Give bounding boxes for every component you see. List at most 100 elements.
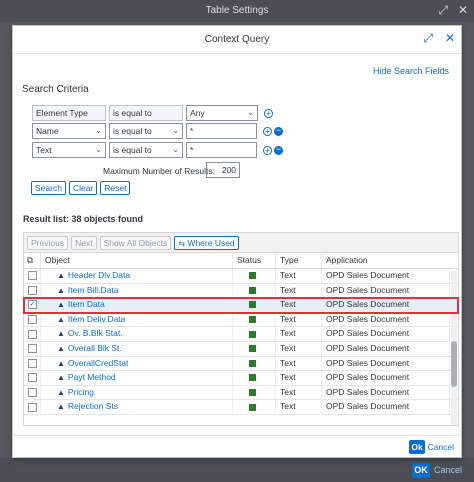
max-results-input[interactable]: 200 (206, 162, 240, 178)
chevron-down-icon[interactable]: ⌄ (172, 143, 179, 157)
criteria-row: Element Type is equal to Any ⌄ + (32, 105, 273, 121)
type-cell: Text (276, 400, 322, 414)
show-all-objects-button[interactable]: Show All Objects (99, 235, 172, 250)
row-checkbox[interactable] (28, 402, 37, 412)
table-row[interactable]: ✓ ▲ Item Data Text OPD Sales Document (23, 297, 459, 314)
row-checkbox[interactable] (28, 388, 37, 397)
row-checkbox-cell[interactable] (24, 283, 41, 298)
table-row[interactable]: ▲ Item Bill.Data Text OPD Sales Document (24, 283, 458, 299)
object-link[interactable]: Overall Blk St. (68, 343, 122, 353)
table-row[interactable]: ▲ Header Dlv.Data Text OPD Sales Document (24, 269, 458, 284)
object-link[interactable]: Item Deliv.Data (68, 314, 125, 324)
type-cell: Text (276, 356, 322, 371)
value-input[interactable]: * (186, 123, 257, 139)
row-checkbox-cell[interactable] (24, 327, 41, 341)
operator-select[interactable]: is equal to ⌄ (109, 123, 183, 139)
table-row[interactable]: ▲ Ov. B.Blk Stat. Text OPD Sales Document (24, 327, 458, 342)
row-checkbox[interactable] (28, 344, 37, 354)
scrollbar-thumb[interactable] (451, 341, 457, 387)
row-checkbox[interactable] (28, 373, 37, 383)
row-checkbox-cell[interactable] (24, 312, 41, 327)
object-link[interactable]: Item Bill.Data (68, 285, 119, 295)
column-header-type[interactable]: Type (276, 253, 322, 268)
object-link[interactable]: Pricing (68, 387, 94, 397)
add-criteria-icon[interactable]: + (263, 126, 272, 136)
next-button[interactable]: Next (71, 235, 97, 250)
element-select[interactable]: Text ⌄ (32, 142, 106, 158)
row-checkbox-cell[interactable]: ✓ (24, 298, 41, 312)
table-row[interactable]: ▲ Overall Blk St. Text OPD Sales Document (24, 341, 458, 357)
reset-button[interactable]: Reset (100, 181, 131, 195)
row-checkbox-cell[interactable] (24, 341, 41, 356)
close-icon[interactable]: ✕ (458, 3, 468, 18)
row-checkbox-cell[interactable] (24, 356, 41, 371)
add-criteria-icon[interactable]: + (263, 145, 272, 155)
element-select[interactable]: Name ⌄ (32, 123, 106, 139)
row-checkbox[interactable]: ✓ (28, 300, 37, 310)
hierarchy-icon: ▲ (57, 329, 65, 339)
cancel-button[interactable]: Cancel (428, 442, 454, 452)
row-checkbox[interactable] (28, 329, 37, 339)
value-select[interactable]: Any ⌄ (186, 105, 258, 121)
column-header-application[interactable]: Application (322, 253, 450, 268)
column-header-status[interactable]: Status (233, 253, 276, 268)
table-settings-ok-button[interactable]: OK (412, 463, 430, 478)
table-settings-cancel-button[interactable]: Cancel (434, 465, 462, 475)
status-cell (233, 312, 276, 327)
status-ok-icon (249, 389, 256, 396)
row-checkbox[interactable] (28, 271, 37, 281)
status-cell (233, 327, 276, 341)
table-row[interactable]: ▲ Item Deliv.Data Text OPD Sales Document (24, 312, 458, 328)
chevron-down-icon[interactable]: ⌄ (247, 106, 254, 120)
row-checkbox-cell[interactable] (24, 269, 41, 283)
row-checkbox[interactable] (28, 358, 37, 368)
element-field: Element Type (32, 105, 106, 121)
search-criteria-label: Search Criteria (22, 84, 89, 95)
row-checkbox-cell[interactable] (24, 385, 41, 400)
object-link[interactable]: Rejection Sts (68, 401, 118, 411)
table-scrollbar[interactable] (451, 271, 457, 425)
table-row[interactable]: ▲ Rejection Sts Text OPD Sales Document (24, 400, 458, 415)
object-cell: ▲ Item Data (41, 298, 233, 312)
object-link[interactable]: OverallCredStat (68, 358, 128, 368)
value-input[interactable]: * (186, 142, 257, 158)
where-used-button[interactable]: ⇆ Where Used (174, 235, 239, 250)
previous-button[interactable]: Previous (27, 235, 69, 250)
row-checkbox[interactable] (28, 285, 37, 295)
hide-search-fields-link[interactable]: Hide Search Fields (373, 66, 449, 76)
where-used-icon: ⇆ (178, 238, 186, 248)
table-row[interactable]: ▲ Pricing Text OPD Sales Document (24, 385, 458, 401)
object-link[interactable]: Payt Method (68, 372, 116, 382)
status-ok-icon (249, 345, 256, 353)
remove-criteria-icon[interactable]: − (274, 144, 283, 155)
add-criteria-icon[interactable]: + (264, 108, 273, 118)
chevron-down-icon[interactable]: ⌄ (95, 143, 102, 157)
table-row[interactable]: ▲ Payt Method Text OPD Sales Document (24, 371, 458, 386)
ok-button[interactable]: Ok (409, 440, 425, 454)
hierarchy-icon: ▲ (57, 358, 65, 368)
expand-icon[interactable]: ⤢ (438, 3, 448, 18)
row-checkbox[interactable] (28, 315, 37, 325)
table-row[interactable]: ▲ OverallCredStat Text OPD Sales Document (24, 356, 458, 372)
chevron-down-icon[interactable]: ⌄ (172, 124, 179, 138)
status-ok-icon (249, 330, 256, 338)
close-icon[interactable]: ✕ (445, 32, 455, 44)
object-link[interactable]: Ov. B.Blk Stat. (68, 328, 123, 338)
status-cell (233, 356, 276, 371)
application-cell: OPD Sales Document (322, 269, 450, 283)
operator-select[interactable]: is equal to ⌄ (109, 142, 183, 158)
search-button[interactable]: Search (31, 181, 66, 195)
status-cell (233, 298, 276, 312)
object-link[interactable]: Header Dlv.Data (68, 270, 130, 280)
clear-button[interactable]: Clear (68, 181, 98, 195)
dialog-title: Context Query (204, 34, 270, 45)
select-all-icon[interactable]: ⧉ (24, 253, 41, 268)
row-checkbox-cell[interactable] (24, 371, 41, 385)
type-cell: Text (276, 341, 322, 356)
remove-criteria-icon[interactable]: − (274, 125, 283, 136)
column-header-object[interactable]: Object (41, 253, 233, 268)
object-link[interactable]: Item Data (68, 299, 105, 309)
chevron-down-icon[interactable]: ⌄ (95, 124, 102, 138)
expand-icon[interactable]: ⤢ (423, 32, 433, 44)
row-checkbox-cell[interactable] (24, 400, 41, 414)
